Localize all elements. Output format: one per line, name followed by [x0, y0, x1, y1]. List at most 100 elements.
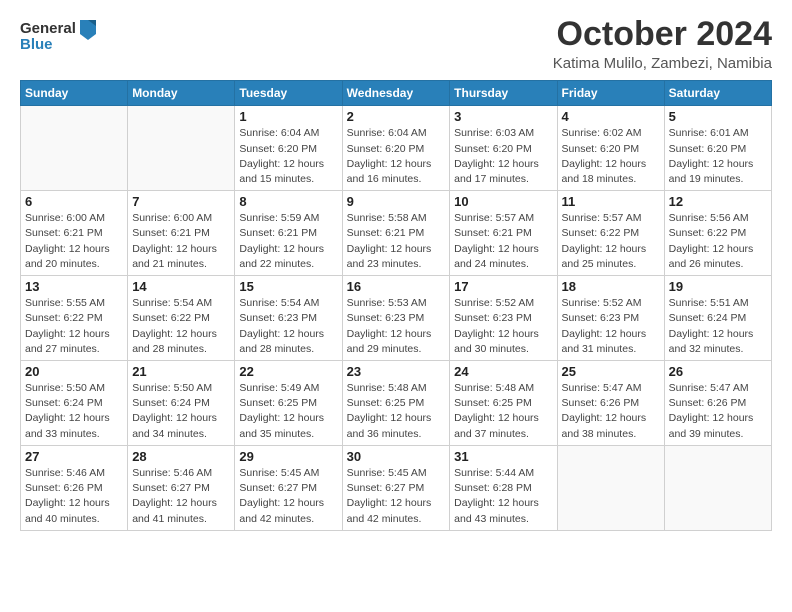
day-number: 28	[132, 449, 230, 464]
day-detail: Sunrise: 5:47 AMSunset: 6:26 PMDaylight:…	[562, 381, 660, 442]
day-detail: Sunrise: 6:04 AMSunset: 6:20 PMDaylight:…	[239, 126, 337, 187]
day-detail: Sunrise: 5:52 AMSunset: 6:23 PMDaylight:…	[454, 296, 552, 357]
day-detail: Sunrise: 5:48 AMSunset: 6:25 PMDaylight:…	[454, 381, 552, 442]
calendar-cell: 25 Sunrise: 5:47 AMSunset: 6:26 PMDayligh…	[557, 361, 664, 446]
location: Katima Mulilo, Zambezi, Namibia	[553, 55, 772, 72]
calendar-cell: 10 Sunrise: 5:57 AMSunset: 6:21 PMDayligh…	[450, 191, 557, 276]
calendar-cell: 31Sunrise: 5:44 AMSunset: 6:28 PMDayligh…	[450, 445, 557, 530]
day-detail: Sunrise: 5:51 AMSunset: 6:24 PMDaylight:…	[669, 296, 767, 357]
calendar-cell: 20 Sunrise: 5:50 AMSunset: 6:24 PMDayligh…	[21, 361, 128, 446]
calendar-cell	[557, 445, 664, 530]
day-detail: Sunrise: 5:46 AMSunset: 6:26 PMDaylight:…	[25, 466, 123, 527]
calendar-cell: 3 Sunrise: 6:03 AMSunset: 6:20 PMDaylight…	[450, 106, 557, 191]
page: General Blue October 2024 Katima Mulilo,…	[0, 0, 792, 612]
calendar-cell: 1Sunrise: 6:04 AMSunset: 6:20 PMDaylight…	[235, 106, 342, 191]
day-number: 8	[239, 194, 337, 209]
calendar-cell	[128, 106, 235, 191]
day-detail: Sunrise: 6:02 AMSunset: 6:20 PMDaylight:…	[562, 126, 660, 187]
calendar-cell: 9Sunrise: 5:58 AMSunset: 6:21 PMDaylight…	[342, 191, 450, 276]
weekday-header-friday: Friday	[557, 81, 664, 106]
month-title: October 2024	[553, 16, 772, 53]
week-row-1: 1Sunrise: 6:04 AMSunset: 6:20 PMDaylight…	[21, 106, 772, 191]
calendar-cell: 22 Sunrise: 5:49 AMSunset: 6:25 PMDayligh…	[235, 361, 342, 446]
calendar-cell: 17 Sunrise: 5:52 AMSunset: 6:23 PMDayligh…	[450, 276, 557, 361]
calendar-cell: 11 Sunrise: 5:57 AMSunset: 6:22 PMDayligh…	[557, 191, 664, 276]
day-detail: Sunrise: 5:52 AMSunset: 6:23 PMDaylight:…	[562, 296, 660, 357]
day-detail: Sunrise: 6:01 AMSunset: 6:20 PMDaylight:…	[669, 126, 767, 187]
day-number: 3	[454, 109, 552, 124]
calendar-cell: 29Sunrise: 5:45 AMSunset: 6:27 PMDayligh…	[235, 445, 342, 530]
day-number: 31	[454, 449, 552, 464]
day-number: 16	[347, 279, 446, 294]
calendar-cell: 15 Sunrise: 5:54 AMSunset: 6:23 PMDayligh…	[235, 276, 342, 361]
logo: General Blue	[20, 16, 98, 53]
day-number: 20	[25, 364, 123, 379]
day-number: 26	[669, 364, 767, 379]
week-row-4: 20 Sunrise: 5:50 AMSunset: 6:24 PMDayligh…	[21, 361, 772, 446]
calendar-cell: 27Sunrise: 5:46 AMSunset: 6:26 PMDayligh…	[21, 445, 128, 530]
day-detail: Sunrise: 5:45 AMSunset: 6:27 PMDaylight:…	[347, 466, 446, 527]
weekday-header-sunday: Sunday	[21, 81, 128, 106]
calendar-cell: 24Sunrise: 5:48 AMSunset: 6:25 PMDayligh…	[450, 361, 557, 446]
day-detail: Sunrise: 6:04 AMSunset: 6:20 PMDaylight:…	[347, 126, 446, 187]
calendar-cell: 2 Sunrise: 6:04 AMSunset: 6:20 PMDaylight…	[342, 106, 450, 191]
calendar-table: SundayMondayTuesdayWednesdayThursdayFrid…	[20, 80, 772, 530]
day-detail: Sunrise: 6:03 AMSunset: 6:20 PMDaylight:…	[454, 126, 552, 187]
day-number: 10	[454, 194, 552, 209]
calendar-cell	[21, 106, 128, 191]
day-number: 5	[669, 109, 767, 124]
day-number: 9	[347, 194, 446, 209]
calendar-cell: 21Sunrise: 5:50 AMSunset: 6:24 PMDayligh…	[128, 361, 235, 446]
day-number: 4	[562, 109, 660, 124]
day-detail: Sunrise: 5:48 AMSunset: 6:25 PMDaylight:…	[347, 381, 446, 442]
calendar-cell: 12Sunrise: 5:56 AMSunset: 6:22 PMDayligh…	[664, 191, 771, 276]
day-detail: Sunrise: 5:45 AMSunset: 6:27 PMDaylight:…	[239, 466, 337, 527]
weekday-header-thursday: Thursday	[450, 81, 557, 106]
week-row-5: 27Sunrise: 5:46 AMSunset: 6:26 PMDayligh…	[21, 445, 772, 530]
calendar-cell	[664, 445, 771, 530]
calendar-cell: 28 Sunrise: 5:46 AMSunset: 6:27 PMDayligh…	[128, 445, 235, 530]
day-detail: Sunrise: 5:56 AMSunset: 6:22 PMDaylight:…	[669, 211, 767, 272]
weekday-header-tuesday: Tuesday	[235, 81, 342, 106]
calendar-cell: 18 Sunrise: 5:52 AMSunset: 6:23 PMDayligh…	[557, 276, 664, 361]
day-detail: Sunrise: 5:57 AMSunset: 6:21 PMDaylight:…	[454, 211, 552, 272]
weekday-header-wednesday: Wednesday	[342, 81, 450, 106]
title-area: October 2024 Katima Mulilo, Zambezi, Nam…	[553, 16, 772, 72]
calendar-cell: 13Sunrise: 5:55 AMSunset: 6:22 PMDayligh…	[21, 276, 128, 361]
weekday-header-monday: Monday	[128, 81, 235, 106]
day-number: 15	[239, 279, 337, 294]
calendar-cell: 16 Sunrise: 5:53 AMSunset: 6:23 PMDayligh…	[342, 276, 450, 361]
day-detail: Sunrise: 5:47 AMSunset: 6:26 PMDaylight:…	[669, 381, 767, 442]
calendar-cell: 6Sunrise: 6:00 AMSunset: 6:21 PMDaylight…	[21, 191, 128, 276]
calendar-cell: 5 Sunrise: 6:01 AMSunset: 6:20 PMDaylight…	[664, 106, 771, 191]
day-detail: Sunrise: 5:54 AMSunset: 6:22 PMDaylight:…	[132, 296, 230, 357]
day-number: 17	[454, 279, 552, 294]
day-number: 2	[347, 109, 446, 124]
day-number: 22	[239, 364, 337, 379]
day-detail: Sunrise: 6:00 AMSunset: 6:21 PMDaylight:…	[132, 211, 230, 272]
day-number: 30	[347, 449, 446, 464]
calendar-cell: 14 Sunrise: 5:54 AMSunset: 6:22 PMDayligh…	[128, 276, 235, 361]
calendar-cell: 8Sunrise: 5:59 AMSunset: 6:21 PMDaylight…	[235, 191, 342, 276]
day-number: 18	[562, 279, 660, 294]
day-number: 25	[562, 364, 660, 379]
calendar-cell: 23 Sunrise: 5:48 AMSunset: 6:25 PMDayligh…	[342, 361, 450, 446]
logo-blue: Blue	[20, 36, 53, 53]
day-detail: Sunrise: 5:46 AMSunset: 6:27 PMDaylight:…	[132, 466, 230, 527]
day-detail: Sunrise: 5:55 AMSunset: 6:22 PMDaylight:…	[25, 296, 123, 357]
day-detail: Sunrise: 5:53 AMSunset: 6:23 PMDaylight:…	[347, 296, 446, 357]
weekday-header-saturday: Saturday	[664, 81, 771, 106]
calendar-cell: 19Sunrise: 5:51 AMSunset: 6:24 PMDayligh…	[664, 276, 771, 361]
calendar-cell: 4 Sunrise: 6:02 AMSunset: 6:20 PMDaylight…	[557, 106, 664, 191]
day-detail: Sunrise: 5:57 AMSunset: 6:22 PMDaylight:…	[562, 211, 660, 272]
calendar-cell: 30 Sunrise: 5:45 AMSunset: 6:27 PMDayligh…	[342, 445, 450, 530]
day-number: 23	[347, 364, 446, 379]
day-number: 14	[132, 279, 230, 294]
day-detail: Sunrise: 5:54 AMSunset: 6:23 PMDaylight:…	[239, 296, 337, 357]
day-number: 11	[562, 194, 660, 209]
day-detail: Sunrise: 5:50 AMSunset: 6:24 PMDaylight:…	[25, 381, 123, 442]
day-detail: Sunrise: 5:50 AMSunset: 6:24 PMDaylight:…	[132, 381, 230, 442]
logo-general: General	[20, 20, 76, 37]
day-detail: Sunrise: 5:49 AMSunset: 6:25 PMDaylight:…	[239, 381, 337, 442]
logo-icon	[78, 16, 98, 40]
